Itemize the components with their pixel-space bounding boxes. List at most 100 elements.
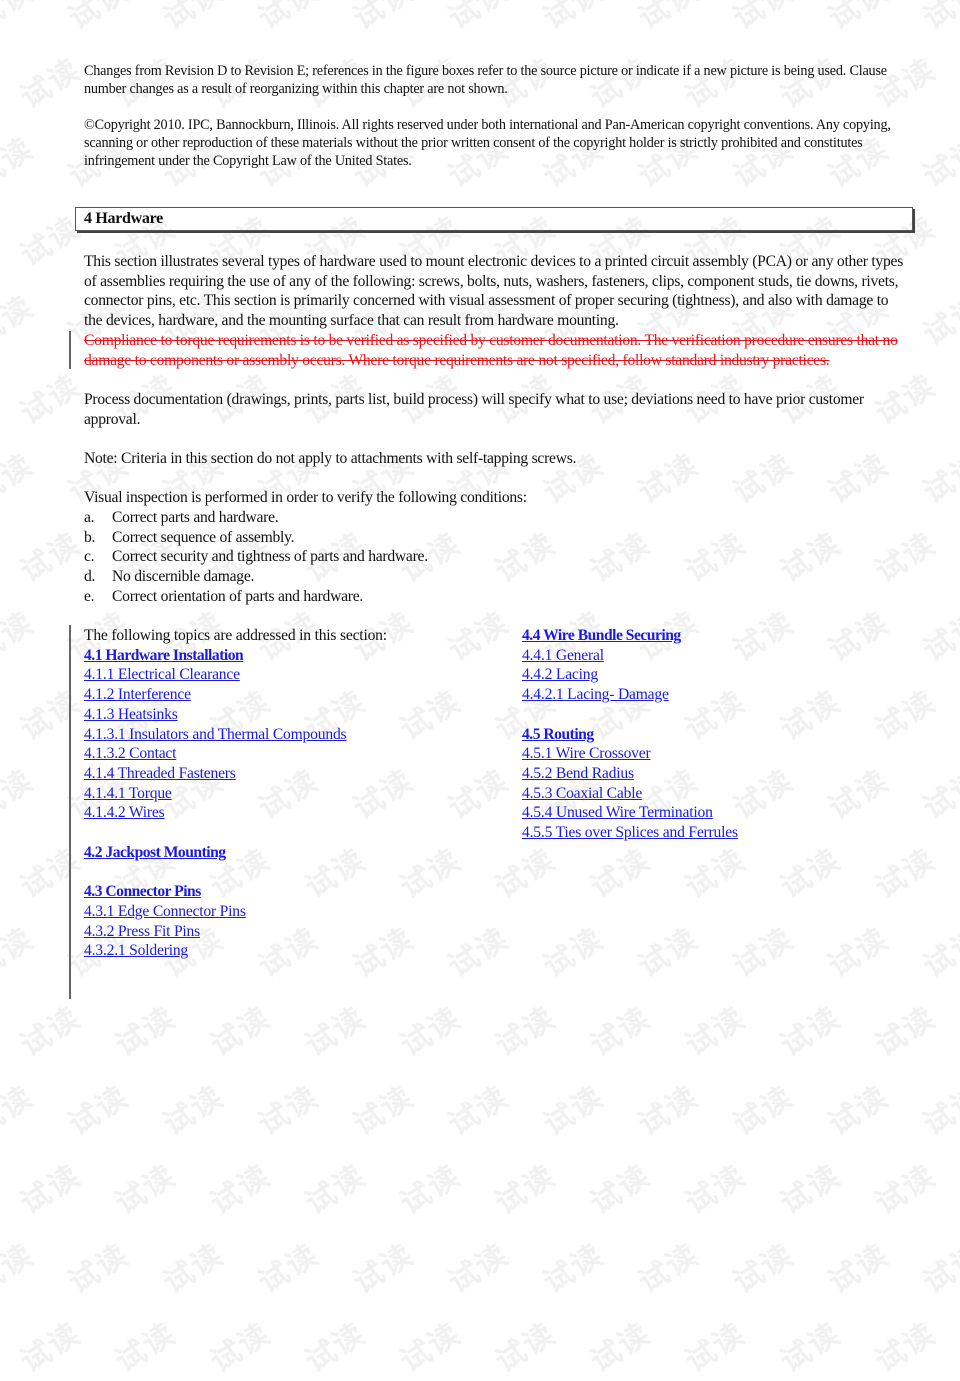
list-marker: c. — [84, 548, 95, 566]
watermark-text: 试读 — [727, 921, 801, 985]
list-item: b. Correct sequence of assembly. — [84, 528, 428, 548]
watermark-text: 试读 — [109, 1316, 183, 1380]
watermark-text: 试读 — [632, 1079, 706, 1143]
watermark-text: 试读 — [347, 0, 421, 37]
watermark-text: 试读 — [0, 763, 41, 827]
watermark-text: 试读 — [774, 526, 848, 590]
toc-link-4-1-1[interactable]: 4.1.1 Electrical Clearance — [84, 665, 240, 685]
watermark-text: 试读 — [584, 1316, 658, 1380]
toc-link-4-3[interactable]: 4.3 Connector Pins — [84, 882, 201, 902]
watermark-text: 试读 — [204, 1000, 278, 1064]
watermark-text: 试读 — [0, 0, 41, 37]
watermark-text: 试读 — [774, 1158, 848, 1222]
watermark-text: 试读 — [774, 1000, 848, 1064]
list-marker: b. — [84, 528, 96, 546]
watermark-text: 试读 — [632, 921, 706, 985]
toc-link-4-1-3-2[interactable]: 4.1.3.2 Contact — [84, 744, 176, 764]
toc-link-4-5[interactable]: 4.5 Routing — [522, 725, 594, 745]
watermark-text: 试读 — [394, 842, 468, 906]
revision-note: Changes from Revision D to Revision E; r… — [84, 63, 887, 97]
list-item: e. Correct orientation of parts and hardw… — [84, 587, 428, 607]
watermark-text: 试读 — [0, 1079, 41, 1143]
toc-link-4-5-1[interactable]: 4.5.1 Wire Crossover — [522, 744, 651, 764]
list-item-text: Correct security and tightness of parts … — [112, 548, 428, 566]
watermark-text: 试读 — [584, 526, 658, 590]
toc-link-4-3-2[interactable]: 4.3.2 Press Fit Pins — [84, 922, 200, 942]
watermark-text: 试读 — [679, 1158, 753, 1222]
watermark-text: 试读 — [917, 131, 960, 195]
toc-link-4-4-2-1[interactable]: 4.4.2.1 Lacing- Damage — [522, 685, 669, 705]
watermark-text: 试读 — [917, 447, 960, 511]
watermark-text: 试读 — [822, 921, 896, 985]
watermark-text: 试读 — [442, 0, 516, 37]
watermark-text: 试读 — [917, 1237, 960, 1301]
toc-link-4-5-5[interactable]: 4.5.5 Ties over Splices and Ferrules — [522, 823, 738, 843]
watermark-text: 试读 — [869, 526, 943, 590]
watermark-text: 试读 — [14, 1000, 88, 1064]
list-item: a. Correct parts and hardware. — [84, 508, 428, 528]
conditions-list: a. Correct parts and hardware. b. Correct … — [84, 508, 428, 607]
watermark-text: 试读 — [252, 1079, 326, 1143]
toc-link-4-1-4[interactable]: 4.1.4 Threaded Fasteners — [84, 764, 236, 784]
watermark-text: 试读 — [157, 1237, 231, 1301]
list-item-text: Correct sequence of assembly. — [112, 528, 295, 546]
deleted-text: Compliance to torque requirements is to … — [84, 332, 898, 369]
watermark-text: 试读 — [822, 763, 896, 827]
change-bar — [69, 331, 71, 369]
toc-left-column: The following topics are addressed in th… — [84, 626, 387, 961]
toc-link-4-3-1[interactable]: 4.3.1 Edge Connector Pins — [84, 902, 246, 922]
watermark-text: 试读 — [14, 368, 88, 432]
toc-right-column: 4.4 Wire Bundle Securing 4.4.1 General 4… — [522, 626, 738, 843]
watermark-text: 试读 — [252, 1237, 326, 1301]
copyright-notice: ©Copyright 2010. IPC, Bannockburn, Illin… — [84, 117, 891, 169]
watermark-text: 试读 — [917, 289, 960, 353]
watermark-text: 试读 — [394, 1000, 468, 1064]
watermark-text: 试读 — [869, 1158, 943, 1222]
toc-link-4-1-3-1[interactable]: 4.1.3.1 Insulators and Thermal Compounds — [84, 725, 347, 745]
watermark-text: 试读 — [917, 0, 960, 37]
toc-link-4-4-1[interactable]: 4.4.1 General — [522, 646, 604, 666]
topics-intro: The following topics are addressed in th… — [84, 627, 387, 644]
toc-link-4-1-3[interactable]: 4.1.3 Heatsinks — [84, 705, 178, 725]
toc-link-4-1[interactable]: 4.1 Hardware Installation — [84, 646, 244, 666]
watermark-text: 试读 — [489, 1316, 563, 1380]
toc-link-4-4-2[interactable]: 4.4.2 Lacing — [522, 665, 598, 685]
watermark-text: 试读 — [14, 842, 88, 906]
watermark-text: 试读 — [822, 1237, 896, 1301]
watermark-text: 试读 — [727, 1237, 801, 1301]
toc-link-4-5-4[interactable]: 4.5.4 Unused Wire Termination — [522, 803, 713, 823]
toc-link-4-2[interactable]: 4.2 Jackpost Mounting — [84, 843, 226, 863]
toc-link-4-3-2-1[interactable]: 4.3.2.1 Soldering — [84, 941, 188, 961]
watermark-text: 试读 — [394, 1158, 468, 1222]
watermark-text: 试读 — [537, 921, 611, 985]
watermark-text: 试读 — [157, 0, 231, 37]
toc-link-4-1-4-1[interactable]: 4.1.4.1 Torque — [84, 784, 172, 804]
watermark-text: 试读 — [917, 605, 960, 669]
toc-link-4-1-2[interactable]: 4.1.2 Interference — [84, 685, 191, 705]
watermark-text: 试读 — [869, 684, 943, 748]
watermark-text: 试读 — [489, 1158, 563, 1222]
list-item-text: Correct orientation of parts and hardwar… — [112, 587, 364, 605]
toc-link-4-1-4-2[interactable]: 4.1.4.2 Wires — [84, 803, 165, 823]
watermark-text: 试读 — [0, 921, 41, 985]
watermark-text: 试读 — [869, 1316, 943, 1380]
watermark-text: 试读 — [679, 526, 753, 590]
watermark-text: 试读 — [489, 526, 563, 590]
toc-link-4-4[interactable]: 4.4 Wire Bundle Securing — [522, 626, 681, 646]
process-documentation-note: Process documentation (drawings, prints,… — [84, 391, 864, 428]
toc-link-4-5-2[interactable]: 4.5.2 Bend Radius — [522, 764, 634, 784]
watermark-text: 试读 — [0, 605, 41, 669]
watermark-text: 试读 — [14, 526, 88, 590]
watermark-text: 试读 — [442, 763, 516, 827]
list-item-text: No discernible damage. — [112, 568, 255, 586]
change-bar — [69, 625, 71, 999]
watermark-text: 试读 — [252, 0, 326, 37]
inspection-intro: Visual inspection is performed in order … — [84, 489, 527, 506]
watermark-text: 试读 — [869, 842, 943, 906]
watermark-text: 试读 — [869, 1000, 943, 1064]
list-marker: a. — [84, 509, 95, 526]
watermark-text: 试读 — [537, 0, 611, 37]
toc-link-4-5-3[interactable]: 4.5.3 Coaxial Cable — [522, 784, 642, 804]
watermark-text: 试读 — [109, 1000, 183, 1064]
watermark-text: 试读 — [584, 1158, 658, 1222]
